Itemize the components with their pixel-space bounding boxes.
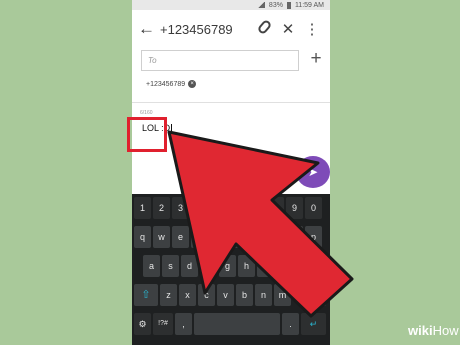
watermark-how: How (432, 323, 459, 338)
red-pointer-arrow (167, 130, 354, 318)
wikihow-watermark: wikiHow (408, 323, 459, 338)
watermark-wiki: wiki (408, 323, 433, 338)
